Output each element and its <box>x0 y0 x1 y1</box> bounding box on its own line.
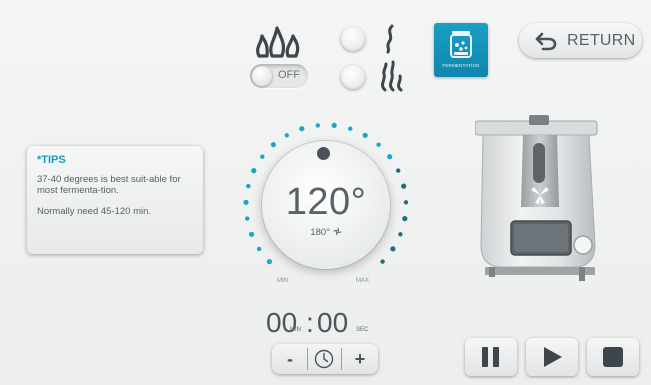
dial-max-label: MAX <box>356 278 370 284</box>
timer-seconds: 00 <box>317 307 349 338</box>
steam-heavy-radio[interactable] <box>341 65 365 89</box>
toggle-knob <box>252 66 272 86</box>
timer-minutes: 00 <box>266 307 298 338</box>
play-button[interactable] <box>526 338 578 376</box>
steam-heavy-icon <box>381 60 403 92</box>
scale-dot <box>245 216 250 221</box>
fermentation-mode-button[interactable]: FERMENTATION <box>434 23 488 77</box>
scale-dot <box>390 246 396 252</box>
seconds-unit: SEC <box>356 327 369 333</box>
increment-button[interactable]: + <box>346 348 374 370</box>
stepper-divider <box>307 348 308 370</box>
scale-dot <box>260 154 265 159</box>
play-icon <box>544 347 562 367</box>
heat-toggle[interactable]: OFF <box>250 64 308 88</box>
scale-dot <box>376 142 381 147</box>
scale-dot <box>256 246 262 252</box>
timer-colon: : <box>306 307 314 338</box>
temperature-dial[interactable]: 120° 180° <box>262 141 390 269</box>
cooking-machine-image <box>475 115 598 281</box>
toggle-state-label: OFF <box>278 69 300 81</box>
steam-light-radio[interactable] <box>341 27 365 51</box>
steam-light-icon <box>386 24 394 54</box>
scale-dot <box>401 183 407 189</box>
scale-dot <box>251 168 257 174</box>
stepper-divider <box>341 348 342 370</box>
temperature-value: 120° <box>285 181 367 223</box>
dial-min-label: MIN <box>277 278 288 284</box>
scale-dot <box>249 231 255 237</box>
return-arrow-icon <box>535 32 557 51</box>
scale-dot <box>246 183 251 189</box>
fermentation-label: FERMENTATION <box>442 63 480 68</box>
scale-dot <box>331 122 337 128</box>
tips-text-2: Normally need 45-120 min. <box>37 206 152 217</box>
fermentation-jar-icon <box>450 31 472 58</box>
return-button[interactable]: RETURN <box>519 23 642 58</box>
scale-dot <box>362 132 368 138</box>
fan-icon <box>333 227 342 236</box>
scale-dot <box>396 168 401 173</box>
timer-stepper: - + <box>272 344 378 374</box>
pause-button[interactable] <box>465 338 517 376</box>
decrement-button[interactable]: - <box>276 348 304 370</box>
scale-dot <box>284 133 289 138</box>
return-label: RETURN <box>567 32 636 49</box>
stop-button[interactable] <box>587 338 639 376</box>
scale-dot <box>398 232 403 237</box>
scale-dot <box>299 126 305 132</box>
flame-icon <box>256 26 300 58</box>
tips-panel: *TIPS 37-40 degrees is best suit-able fo… <box>27 146 203 254</box>
tips-text-1: 37-40 degrees is best suit-able for most… <box>37 174 181 196</box>
scale-dot <box>315 123 320 128</box>
scale-dot <box>403 200 409 205</box>
scale-dot <box>387 154 393 160</box>
scale-dot <box>266 259 272 265</box>
secondary-temperature-value: 180° <box>310 227 330 238</box>
tips-title: *TIPS <box>37 154 66 166</box>
scale-dot <box>270 142 276 148</box>
pause-icon <box>482 347 499 367</box>
secondary-temperature: 180° <box>262 227 390 238</box>
stop-icon <box>603 347 623 367</box>
scale-dot <box>243 199 249 205</box>
dial-indicator[interactable] <box>317 147 330 160</box>
scale-dot <box>402 216 408 222</box>
minutes-unit: MIN <box>290 327 301 333</box>
scale-dot <box>348 126 353 131</box>
clock-icon[interactable] <box>314 349 334 369</box>
scale-dot <box>380 259 385 264</box>
